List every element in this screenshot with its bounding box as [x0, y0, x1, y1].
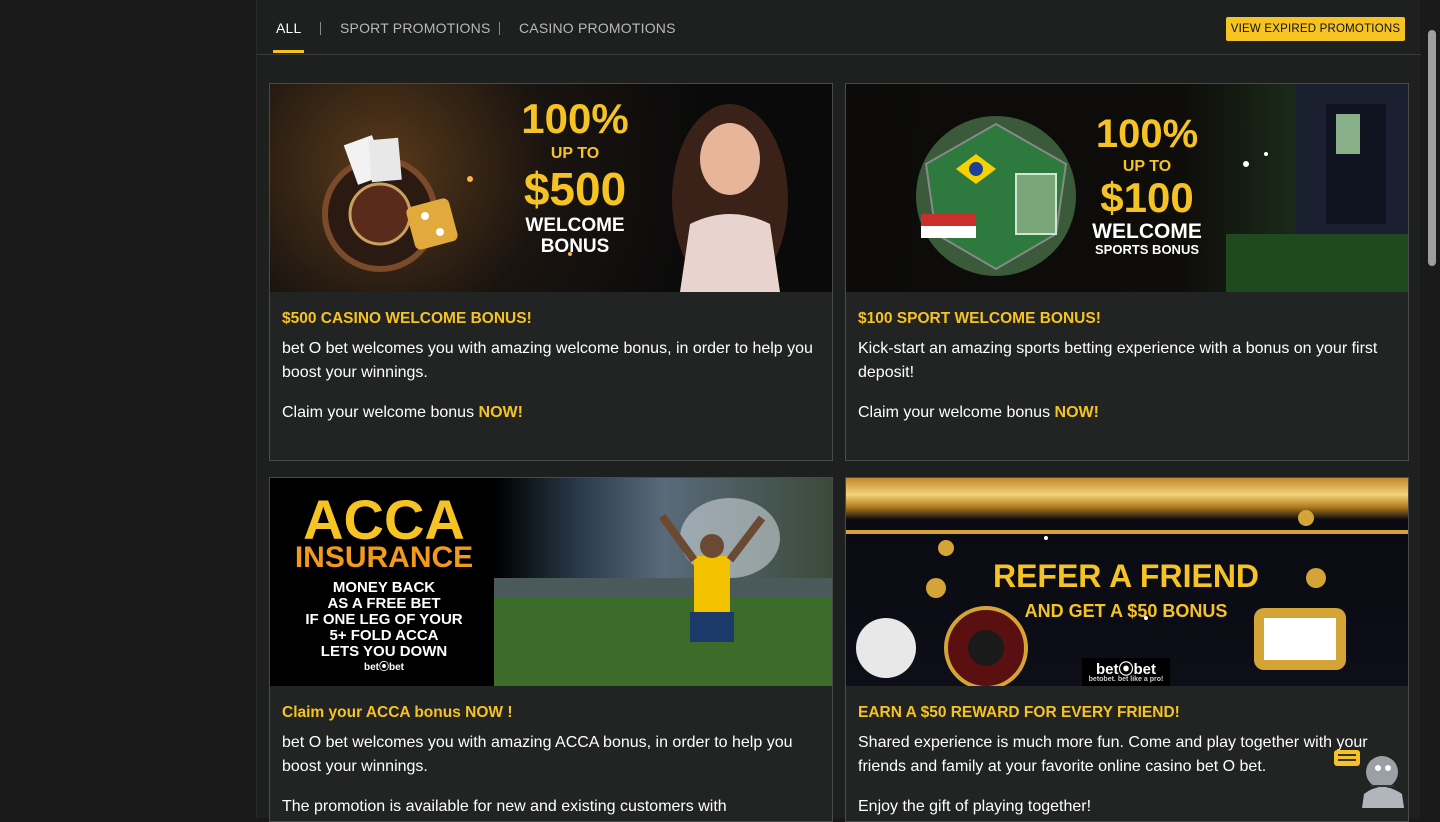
claim-prefix: Claim your welcome bonus — [282, 404, 479, 421]
card-description: Kick-start an amazing sports betting exp… — [858, 340, 1378, 381]
promo-card-refer-a-friend[interactable]: REFER A FRIEND AND GET A $50 BONUS bet⦿b… — [845, 477, 1409, 822]
tab-sport-promotions[interactable]: SPORT PROMOTIONS — [340, 20, 490, 36]
banner-up-to: UP TO — [550, 145, 600, 162]
card-title: $100 SPORT WELCOME BONUS! — [858, 310, 1101, 327]
left-sidebar — [0, 0, 256, 818]
card-description: bet O bet welcomes you with amazing ACCA… — [282, 734, 793, 775]
promo-card-sport-welcome[interactable]: 100% UP TO $100 WELCOME SPORTS BONUS $10… — [845, 83, 1409, 461]
scrollbar-thumb[interactable] — [1428, 30, 1436, 266]
view-expired-promotions-button[interactable]: VIEW EXPIRED PROMOTIONS — [1226, 17, 1405, 41]
promotion-tabs: ALL SPORT PROMOTIONS CASINO PROMOTIONS V… — [257, 0, 1421, 55]
card-claim-text: Claim your welcome bonus NOW! — [282, 401, 820, 425]
banner-welcome: WELCOME — [1092, 220, 1202, 243]
card-description: Shared experience is much more fun. Come… — [858, 734, 1368, 775]
betobet-logo: bet⦿bet — [364, 662, 404, 673]
banner-up-to: UP TO — [1122, 158, 1172, 175]
banner-money-back: MONEY BACK — [332, 579, 436, 596]
card-description: bet O bet welcomes you with amazing welc… — [282, 340, 813, 381]
banner-welcome: WELCOME — [525, 215, 625, 236]
promotions-main: ALL SPORT PROMOTIONS CASINO PROMOTIONS V… — [256, 0, 1421, 822]
banner-one-leg: IF ONE LEG OF YOUR — [305, 611, 463, 628]
claim-now: NOW! — [478, 404, 523, 421]
acca-insurance-banner[interactable]: ACCA INSURANCE MONEY BACK AS A FREE BET … — [270, 478, 832, 686]
banner-sports-bonus: SPORTS BONUS — [1094, 242, 1199, 257]
tab-casino-promotions[interactable]: CASINO PROMOTIONS — [519, 20, 676, 36]
banner-percent: 100% — [521, 95, 629, 142]
claim-now: NOW! — [1054, 404, 1099, 421]
banner-amount: $100 — [1100, 174, 1194, 221]
banner-amount: $500 — [523, 163, 627, 215]
tab-divider — [320, 22, 321, 35]
claim-prefix: Claim your welcome bonus — [858, 404, 1055, 421]
refer-a-friend-banner[interactable]: REFER A FRIEND AND GET A $50 BONUS bet⦿b… — [846, 478, 1408, 686]
active-tab-indicator — [273, 50, 304, 53]
banner-get-bonus: AND GET A $50 BONUS — [1024, 601, 1228, 621]
tab-all[interactable]: ALL — [276, 20, 302, 36]
chat-bot-icon — [1334, 750, 1404, 808]
banner-refer-a-friend: REFER A FRIEND — [992, 558, 1260, 594]
casino-welcome-banner[interactable]: 100% UP TO $500 WELCOME BONUS — [270, 84, 832, 292]
promo-card-acca-insurance[interactable]: ACCA INSURANCE MONEY BACK AS A FREE BET … — [269, 477, 833, 822]
banner-bonus: BONUS — [540, 236, 610, 257]
tab-divider — [499, 22, 500, 35]
banner-insurance: INSURANCE — [294, 541, 474, 574]
banner-lets-you-down: LETS YOU DOWN — [320, 643, 448, 660]
card-title: $500 CASINO WELCOME BONUS! — [282, 310, 532, 327]
card-title: EARN A $50 REWARD FOR EVERY FRIEND! — [858, 704, 1180, 721]
banner-acca: ACCA — [303, 488, 465, 551]
card-extra-text: Enjoy the gift of playing together! — [858, 798, 1092, 815]
banner-free-bet: AS A FREE BET — [327, 595, 441, 612]
card-title: Claim your ACCA bonus NOW ! — [282, 704, 513, 721]
card-claim-text: Claim your welcome bonus NOW! — [858, 401, 1396, 425]
banner-fold-acca: 5+ FOLD ACCA — [329, 627, 439, 644]
betobet-tagline: betobet. bet like a pro! — [1088, 676, 1164, 683]
chat-mascot-button[interactable] — [1334, 742, 1410, 808]
card-extra-text: The promotion is available for new and e… — [282, 798, 727, 815]
sport-welcome-banner[interactable]: 100% UP TO $100 WELCOME SPORTS BONUS — [846, 84, 1408, 292]
promo-card-casino-welcome[interactable]: 100% UP TO $500 WELCOME BONUS $500 CASIN… — [269, 83, 833, 461]
banner-percent: 100% — [1095, 112, 1199, 156]
